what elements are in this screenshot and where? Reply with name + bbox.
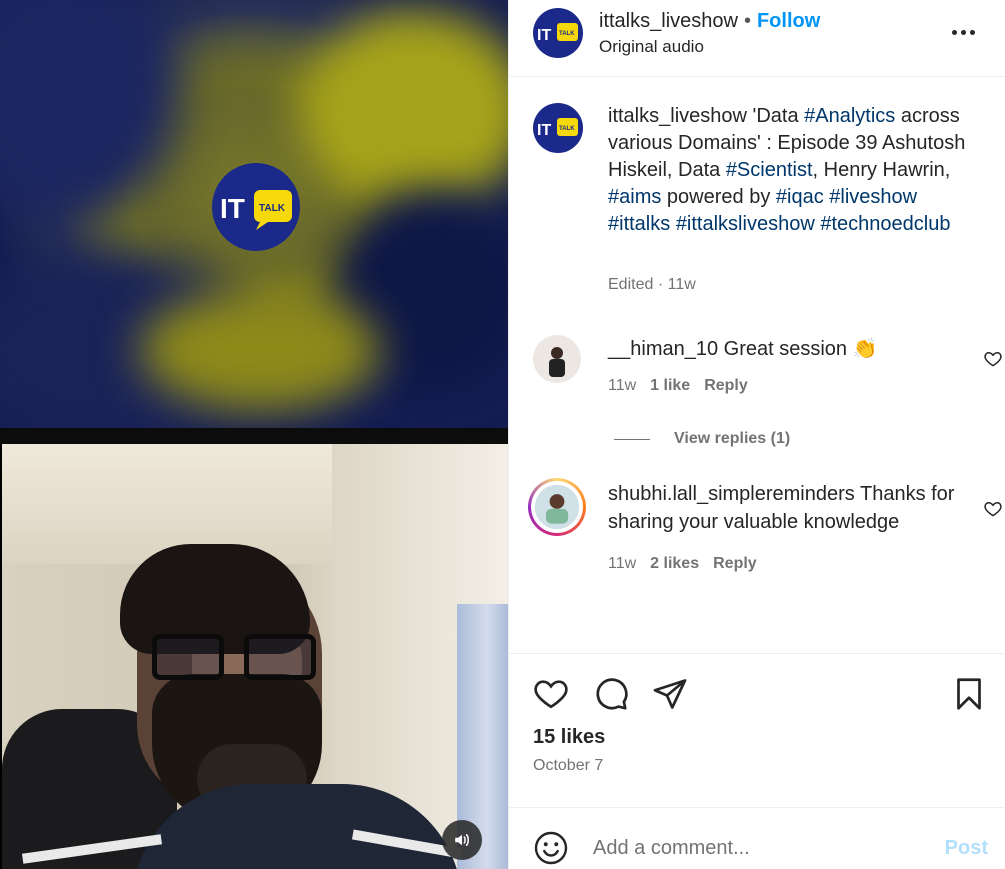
author-line: ittalks_liveshow • Follow [599,10,821,32]
author-avatar[interactable]: IT TALK [533,8,583,58]
post-date[interactable]: October 7 [533,757,603,775]
comment-body: Great session 👏 [723,338,878,360]
caption-fragment: 'Data [746,105,805,127]
ittalks-logo: IT TALK [212,163,300,251]
caption-fragment: powered by [661,186,776,208]
caption-fragment: , Henry Hawrin, [812,159,951,181]
share-send-icon[interactable] [652,676,688,712]
hashtag-link[interactable]: #Analytics [804,105,895,127]
comment-bubble-icon[interactable] [593,676,629,712]
video-top-pane: IT TALK [0,0,508,428]
bookmark-icon[interactable] [951,676,987,712]
hashtag-link[interactable]: #ittalks [608,213,670,235]
svg-text:IT: IT [537,122,551,139]
comment-heart-icon[interactable] [983,349,1003,369]
speaker-icon [455,834,469,846]
hashtag-link[interactable]: #iqac [776,186,824,208]
comment-likes[interactable]: 1 like [650,377,690,395]
edited-label: Edited [608,276,654,293]
svg-text:IT: IT [537,27,551,44]
hashtag-link[interactable]: #technoedclub [820,213,950,235]
like-heart-icon[interactable] [533,676,569,712]
ittalks-logo-icon: IT TALK [537,118,578,139]
reply-button[interactable]: Reply [713,555,757,573]
comment-time[interactable]: 11w [608,377,636,395]
caption-avatar[interactable]: IT TALK [533,103,583,153]
svg-text:TALK: TALK [559,126,575,132]
post-sidebar: IT TALK ittalks_liveshow • Follow Original… [508,0,1005,869]
emoji-icon[interactable] [533,830,569,866]
caption-meta: Edited · 11w [608,276,696,293]
svg-text:IT: IT [220,193,245,224]
comment-username[interactable]: __himan_10 [608,338,718,360]
author-username[interactable]: ittalks_liveshow [599,10,738,32]
commenter-avatar[interactable] [533,335,581,383]
hashtag-link[interactable]: #ittalksliveshow [676,213,815,235]
hashtag-link[interactable]: #aims [608,186,661,208]
comment-time[interactable]: 11w [608,555,636,573]
caption-time[interactable]: 11w [668,276,696,293]
commenter-avatar[interactable] [528,478,586,536]
hashtag-link[interactable]: #liveshow [829,186,917,208]
view-replies-button[interactable]: View replies (1) [614,430,790,448]
post-actions: 15 likes October 7 [509,653,1005,807]
follow-button[interactable]: Follow [757,10,820,32]
caption-text: ittalks_liveshow 'Data #Analytics across… [608,103,968,238]
svg-text:TALK: TALK [259,203,286,214]
comment-username[interactable]: shubhi.lall_simplereminders [608,483,855,505]
comment-input[interactable] [593,830,913,866]
video-webcam-pane [2,444,508,869]
post-header: IT TALK ittalks_liveshow • Follow Original… [509,0,1005,77]
ittalks-logo-icon: IT TALK [537,23,578,44]
hashtag-link[interactable]: #Scientist [726,159,813,181]
comment-meta: 11w 1 like Reply [608,377,748,395]
post-media[interactable]: IT TALK [0,0,508,869]
reply-button[interactable]: Reply [704,377,748,395]
likes-count[interactable]: 15 likes [533,726,605,749]
comment-text: __himan_10 Great session 👏 [608,335,958,363]
volume-button[interactable] [442,820,482,860]
comment-text: shubhi.lall_simplereminders Thanks for s… [608,480,958,536]
post-button[interactable]: Post [945,837,988,860]
audio-label[interactable]: Original audio [599,37,704,57]
comment-meta: 11w 2 likes Reply [608,555,757,573]
svg-text:TALK: TALK [559,31,575,37]
comment-heart-icon[interactable] [983,499,1003,519]
comment-likes[interactable]: 2 likes [650,555,699,573]
caption-username[interactable]: ittalks_liveshow [608,105,747,127]
more-options-icon[interactable] [952,22,982,42]
comment-composer: Post [509,807,1005,869]
